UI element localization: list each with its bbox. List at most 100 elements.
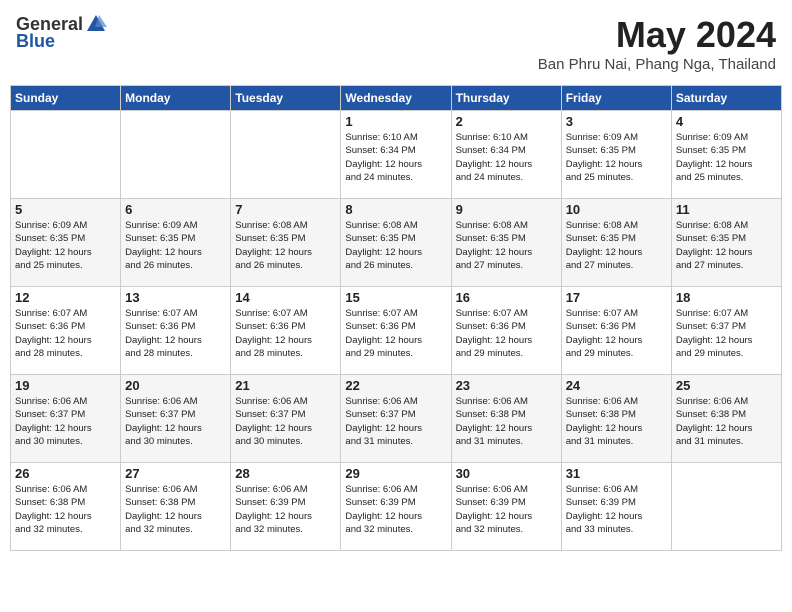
day-number: 9	[456, 202, 557, 217]
day-detail: Sunrise: 6:07 AMSunset: 6:36 PMDaylight:…	[345, 307, 446, 360]
day-detail: Sunrise: 6:06 AMSunset: 6:39 PMDaylight:…	[345, 483, 446, 536]
day-number: 1	[345, 114, 446, 129]
calendar-header: SundayMondayTuesdayWednesdayThursdayFrid…	[11, 86, 782, 111]
day-number: 19	[15, 378, 116, 393]
day-detail: Sunrise: 6:06 AMSunset: 6:39 PMDaylight:…	[456, 483, 557, 536]
day-detail: Sunrise: 6:06 AMSunset: 6:38 PMDaylight:…	[456, 395, 557, 448]
day-detail: Sunrise: 6:09 AMSunset: 6:35 PMDaylight:…	[566, 131, 667, 184]
day-detail: Sunrise: 6:07 AMSunset: 6:36 PMDaylight:…	[456, 307, 557, 360]
calendar-cell: 22 Sunrise: 6:06 AMSunset: 6:37 PMDayligh…	[341, 375, 451, 463]
day-number: 8	[345, 202, 446, 217]
day-header-wednesday: Wednesday	[341, 86, 451, 111]
day-detail: Sunrise: 6:06 AMSunset: 6:39 PMDaylight:…	[566, 483, 667, 536]
day-detail: Sunrise: 6:06 AMSunset: 6:37 PMDaylight:…	[235, 395, 336, 448]
day-number: 7	[235, 202, 336, 217]
day-number: 17	[566, 290, 667, 305]
calendar-cell	[121, 111, 231, 199]
day-detail: Sunrise: 6:07 AMSunset: 6:36 PMDaylight:…	[125, 307, 226, 360]
day-detail: Sunrise: 6:08 AMSunset: 6:35 PMDaylight:…	[566, 219, 667, 272]
day-number: 23	[456, 378, 557, 393]
calendar-cell: 6 Sunrise: 6:09 AMSunset: 6:35 PMDaylight…	[121, 199, 231, 287]
day-header-sunday: Sunday	[11, 86, 121, 111]
day-number: 31	[566, 466, 667, 481]
day-detail: Sunrise: 6:08 AMSunset: 6:35 PMDaylight:…	[235, 219, 336, 272]
day-header-tuesday: Tuesday	[231, 86, 341, 111]
calendar-cell	[671, 463, 781, 551]
day-number: 6	[125, 202, 226, 217]
calendar-cell	[11, 111, 121, 199]
day-number: 11	[676, 202, 777, 217]
day-detail: Sunrise: 6:06 AMSunset: 6:38 PMDaylight:…	[676, 395, 777, 448]
day-number: 25	[676, 378, 777, 393]
day-detail: Sunrise: 6:10 AMSunset: 6:34 PMDaylight:…	[456, 131, 557, 184]
day-detail: Sunrise: 6:06 AMSunset: 6:37 PMDaylight:…	[125, 395, 226, 448]
calendar-cell: 26 Sunrise: 6:06 AMSunset: 6:38 PMDayligh…	[11, 463, 121, 551]
logo-blue-text: Blue	[16, 31, 55, 52]
calendar-cell: 2 Sunrise: 6:10 AMSunset: 6:34 PMDaylight…	[451, 111, 561, 199]
day-number: 2	[456, 114, 557, 129]
calendar-cell: 28 Sunrise: 6:06 AMSunset: 6:39 PMDayligh…	[231, 463, 341, 551]
calendar-cell: 18 Sunrise: 6:07 AMSunset: 6:37 PMDayligh…	[671, 287, 781, 375]
calendar-cell: 13Sunrise: 6:07 AMSunset: 6:36 PMDayligh…	[121, 287, 231, 375]
day-detail: Sunrise: 6:06 AMSunset: 6:38 PMDaylight:…	[125, 483, 226, 536]
day-number: 4	[676, 114, 777, 129]
day-number: 12	[15, 290, 116, 305]
day-detail: Sunrise: 6:09 AMSunset: 6:35 PMDaylight:…	[125, 219, 226, 272]
calendar-cell: 19 Sunrise: 6:06 AMSunset: 6:37 PMDayligh…	[11, 375, 121, 463]
calendar-cell: 7 Sunrise: 6:08 AMSunset: 6:35 PMDaylight…	[231, 199, 341, 287]
calendar-cell: 30 Sunrise: 6:06 AMSunset: 6:39 PMDayligh…	[451, 463, 561, 551]
day-detail: Sunrise: 6:07 AMSunset: 6:36 PMDaylight:…	[235, 307, 336, 360]
calendar-cell: 9 Sunrise: 6:08 AMSunset: 6:35 PMDaylight…	[451, 199, 561, 287]
month-title: May 2024	[538, 14, 776, 56]
calendar-cell: 17 Sunrise: 6:07 AMSunset: 6:36 PMDayligh…	[561, 287, 671, 375]
calendar-week-4: 26 Sunrise: 6:06 AMSunset: 6:38 PMDayligh…	[11, 463, 782, 551]
day-number: 26	[15, 466, 116, 481]
calendar-cell: 3Sunrise: 6:09 AMSunset: 6:35 PMDaylight…	[561, 111, 671, 199]
day-header-saturday: Saturday	[671, 86, 781, 111]
calendar-cell: 14Sunrise: 6:07 AMSunset: 6:36 PMDayligh…	[231, 287, 341, 375]
day-header-thursday: Thursday	[451, 86, 561, 111]
day-detail: Sunrise: 6:07 AMSunset: 6:36 PMDaylight:…	[566, 307, 667, 360]
day-detail: Sunrise: 6:08 AMSunset: 6:35 PMDaylight:…	[456, 219, 557, 272]
header: General Blue May 2024 Ban Phru Nai, Phan…	[10, 10, 782, 77]
day-number: 22	[345, 378, 446, 393]
calendar-cell: 8 Sunrise: 6:08 AMSunset: 6:35 PMDaylight…	[341, 199, 451, 287]
calendar-cell: 23 Sunrise: 6:06 AMSunset: 6:38 PMDayligh…	[451, 375, 561, 463]
day-number: 20	[125, 378, 226, 393]
calendar-cell: 11 Sunrise: 6:08 AMSunset: 6:35 PMDayligh…	[671, 199, 781, 287]
calendar-cell: 15Sunrise: 6:07 AMSunset: 6:36 PMDayligh…	[341, 287, 451, 375]
calendar-cell: 21Sunrise: 6:06 AMSunset: 6:37 PMDayligh…	[231, 375, 341, 463]
calendar-cell: 5 Sunrise: 6:09 AMSunset: 6:35 PMDaylight…	[11, 199, 121, 287]
calendar-week-3: 19 Sunrise: 6:06 AMSunset: 6:37 PMDayligh…	[11, 375, 782, 463]
day-detail: Sunrise: 6:06 AMSunset: 6:38 PMDaylight:…	[566, 395, 667, 448]
calendar-body: 1 Sunrise: 6:10 AMSunset: 6:34 PMDaylight…	[11, 111, 782, 551]
day-detail: Sunrise: 6:09 AMSunset: 6:35 PMDaylight:…	[15, 219, 116, 272]
logo-icon	[85, 13, 107, 35]
day-detail: Sunrise: 6:06 AMSunset: 6:39 PMDaylight:…	[235, 483, 336, 536]
logo: General Blue	[16, 14, 107, 52]
day-number: 10	[566, 202, 667, 217]
calendar-cell: 12Sunrise: 6:07 AMSunset: 6:36 PMDayligh…	[11, 287, 121, 375]
calendar-week-2: 12 Sunrise: 6:07 AMSunset: 6:36 PMDayligh…	[11, 287, 782, 375]
day-header-monday: Monday	[121, 86, 231, 111]
day-detail: Sunrise: 6:06 AMSunset: 6:37 PMDaylight:…	[15, 395, 116, 448]
location-title: Ban Phru Nai, Phang Nga, Thailand	[538, 56, 776, 73]
calendar-cell: 29 Sunrise: 6:06 AMSunset: 6:39 PMDayligh…	[341, 463, 451, 551]
title-section: May 2024 Ban Phru Nai, Phang Nga, Thaila…	[538, 14, 776, 73]
day-detail: Sunrise: 6:08 AMSunset: 6:35 PMDaylight:…	[345, 219, 446, 272]
day-number: 5	[15, 202, 116, 217]
day-number: 30	[456, 466, 557, 481]
day-detail: Sunrise: 6:06 AMSunset: 6:38 PMDaylight:…	[15, 483, 116, 536]
day-detail: Sunrise: 6:06 AMSunset: 6:37 PMDaylight:…	[345, 395, 446, 448]
calendar-cell: 4Sunrise: 6:09 AMSunset: 6:35 PMDaylight…	[671, 111, 781, 199]
day-detail: Sunrise: 6:07 AMSunset: 6:37 PMDaylight:…	[676, 307, 777, 360]
day-number: 18	[676, 290, 777, 305]
calendar-cell: 24Sunrise: 6:06 AMSunset: 6:38 PMDayligh…	[561, 375, 671, 463]
day-number: 29	[345, 466, 446, 481]
day-number: 28	[235, 466, 336, 481]
calendar-cell: 31 Sunrise: 6:06 AMSunset: 6:39 PMDayligh…	[561, 463, 671, 551]
calendar-cell: 20 Sunrise: 6:06 AMSunset: 6:37 PMDayligh…	[121, 375, 231, 463]
day-detail: Sunrise: 6:08 AMSunset: 6:35 PMDaylight:…	[676, 219, 777, 272]
day-detail: Sunrise: 6:10 AMSunset: 6:34 PMDaylight:…	[345, 131, 446, 184]
calendar-cell: 27Sunrise: 6:06 AMSunset: 6:38 PMDayligh…	[121, 463, 231, 551]
